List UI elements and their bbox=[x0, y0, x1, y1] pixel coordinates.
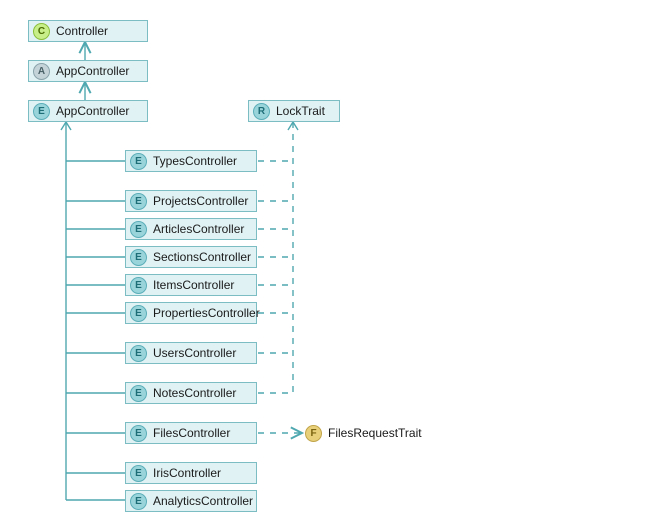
node-projects-controller[interactable]: E ProjectsController bbox=[125, 190, 257, 212]
entity-badge-icon: E bbox=[130, 305, 147, 322]
node-label: NotesController bbox=[153, 386, 236, 400]
entity-badge-icon: E bbox=[130, 465, 147, 482]
node-label: UsersController bbox=[153, 346, 236, 360]
entity-badge-icon: E bbox=[130, 493, 147, 510]
entity-badge-icon: E bbox=[130, 425, 147, 442]
node-label: AppController bbox=[56, 64, 129, 78]
node-items-controller[interactable]: E ItemsController bbox=[125, 274, 257, 296]
node-iris-controller[interactable]: E IrisController bbox=[125, 462, 257, 484]
entity-badge-icon: E bbox=[130, 153, 147, 170]
node-label: AppController bbox=[56, 104, 129, 118]
node-controller[interactable]: C Controller bbox=[28, 20, 148, 42]
node-notes-controller[interactable]: E NotesController bbox=[125, 382, 257, 404]
node-articles-controller[interactable]: E ArticlesController bbox=[125, 218, 257, 240]
entity-badge-icon: E bbox=[130, 221, 147, 238]
node-lock-trait[interactable]: R LockTrait bbox=[248, 100, 340, 122]
entity-badge-icon: E bbox=[130, 193, 147, 210]
abstract-badge-icon: A bbox=[33, 63, 50, 80]
node-label: TypesController bbox=[153, 154, 237, 168]
node-label: ItemsController bbox=[153, 278, 234, 292]
node-analytics-controller[interactable]: E AnalyticsController bbox=[125, 490, 257, 512]
class-diagram: C Controller A AppController E AppContro… bbox=[0, 0, 647, 525]
node-label: Controller bbox=[56, 24, 108, 38]
node-properties-controller[interactable]: E PropertiesController bbox=[125, 302, 257, 324]
node-users-controller[interactable]: E UsersController bbox=[125, 342, 257, 364]
node-label: IrisController bbox=[153, 466, 221, 480]
class-badge-icon: C bbox=[33, 23, 50, 40]
entity-badge-icon: E bbox=[130, 345, 147, 362]
node-app-controller[interactable]: E AppController bbox=[28, 100, 148, 122]
entity-badge-icon: E bbox=[130, 277, 147, 294]
node-files-request-trait[interactable]: F FilesRequestTrait bbox=[305, 422, 430, 444]
node-label: SectionsController bbox=[153, 250, 251, 264]
node-label: FilesRequestTrait bbox=[328, 426, 422, 440]
entity-badge-icon: E bbox=[33, 103, 50, 120]
entity-badge-icon: E bbox=[130, 249, 147, 266]
node-label: PropertiesController bbox=[153, 306, 260, 320]
trait-badge-icon: F bbox=[305, 425, 322, 442]
entity-badge-icon: E bbox=[130, 385, 147, 402]
node-files-controller[interactable]: E FilesController bbox=[125, 422, 257, 444]
node-label: FilesController bbox=[153, 426, 230, 440]
node-label: LockTrait bbox=[276, 104, 325, 118]
node-types-controller[interactable]: E TypesController bbox=[125, 150, 257, 172]
node-label: AnalyticsController bbox=[153, 494, 253, 508]
node-sections-controller[interactable]: E SectionsController bbox=[125, 246, 257, 268]
node-app-controller-abstract[interactable]: A AppController bbox=[28, 60, 148, 82]
node-label: ProjectsController bbox=[153, 194, 248, 208]
trait-badge-icon: R bbox=[253, 103, 270, 120]
node-label: ArticlesController bbox=[153, 222, 244, 236]
